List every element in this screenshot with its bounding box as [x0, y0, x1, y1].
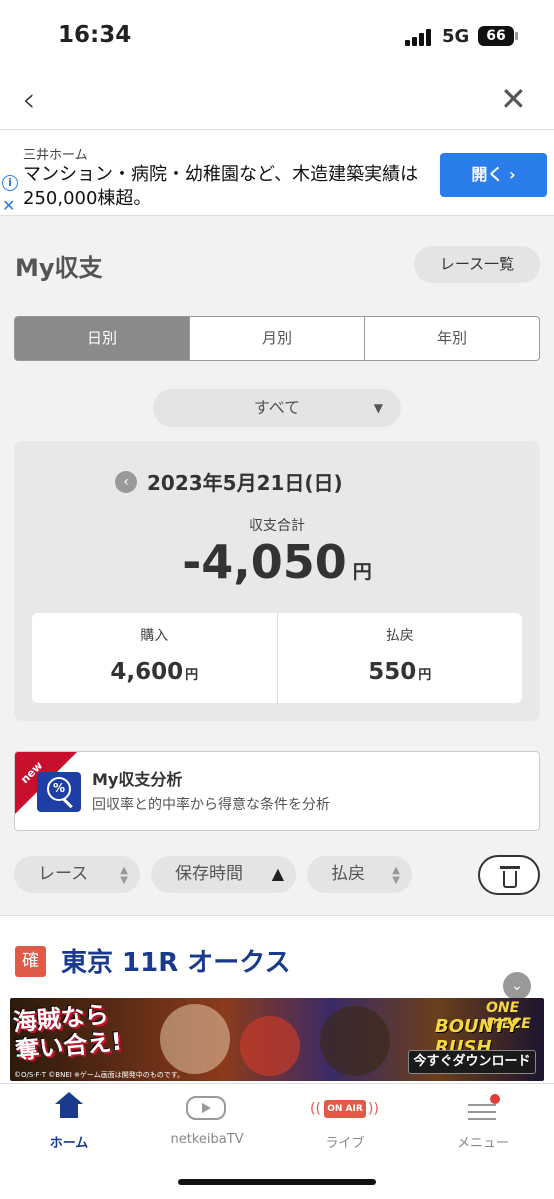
race-title[interactable]: 東京 11R オークス [61, 942, 291, 979]
sort-payout-button[interactable]: 払戻 ▲ ▼ [307, 856, 412, 893]
home-icon [55, 1092, 83, 1120]
filter-select[interactable]: すべて ▼ [153, 389, 401, 427]
play-icon [186, 1096, 226, 1120]
tab-monthly[interactable]: 月別 [189, 317, 364, 360]
analysis-card[interactable]: new My収支分析 回収率と的中率から得意な条件を分析 [14, 751, 540, 831]
breakdown: 購入 4,600 円 払戻 550 円 [32, 613, 522, 703]
ad-banner[interactable]: 海賊なら 奪い合え! ONE PIECE BOUNTY RUSH 今すぐダウンロ… [10, 998, 544, 1081]
sort-time-button[interactable]: 保存時間 ▲ [151, 856, 296, 893]
chevron-down-icon[interactable]: ⌄ [503, 972, 531, 1000]
date-label: 2023年5月21日(日) [147, 471, 343, 495]
analysis-percent-icon [37, 772, 81, 812]
trash-icon[interactable] [478, 855, 540, 895]
menu-icon [468, 1094, 500, 1120]
page-title: My収支 [15, 254, 103, 282]
tab-home[interactable]: ホーム [0, 1084, 138, 1164]
sort-race-button[interactable]: レース ▲ ▼ [14, 856, 140, 893]
tab-daily[interactable]: 日別 [15, 317, 189, 360]
analysis-description: 回収率と的中率から得意な条件を分析 [92, 797, 330, 813]
network-label: 5G [442, 26, 470, 47]
analysis-title: My収支分析 [92, 770, 183, 789]
total-label: 収支合計 [249, 518, 305, 534]
purchase-value: 4,600 円 [110, 659, 199, 685]
filter-value: すべて [253, 398, 301, 417]
sort-asc-icon: ▲ [271, 864, 284, 883]
purchase-column: 購入 4,600 円 [32, 613, 277, 703]
race-list-button[interactable]: レース一覧 [414, 246, 540, 283]
nav-bar: ‹ ✕ [0, 72, 554, 129]
payout-column: 払戻 550 円 [276, 613, 523, 703]
purchase-label: 購入 [140, 628, 169, 644]
close-icon[interactable]: ✕ [500, 80, 527, 118]
status-time: 16:34 [58, 22, 132, 48]
ad-open-button[interactable]: 開く › [440, 153, 547, 197]
tab-menu[interactable]: メニュー [414, 1084, 552, 1164]
battery-icon: 66 [478, 26, 518, 46]
total-value: -4,050 円 [182, 535, 372, 589]
ad-top[interactable]: i ✕ 三井ホーム マンション・病院・幼稚園など、木造建築実績は250,000棟… [0, 129, 554, 216]
prev-date-icon[interactable]: ‹ [115, 471, 137, 493]
sort-updown-icon: ▲ ▼ [392, 865, 400, 886]
home-indicator [178, 1179, 376, 1185]
ad-banner-copyright: ©O/S·F·T ©BNEI ※ゲーム画面は開発中のものです。 [14, 1071, 184, 1079]
signal-icon [405, 28, 433, 46]
summary-card: ‹ 2023年5月21日(日) 収支合計 -4,050 円 購入 4,600 円 払… [14, 441, 540, 721]
period-tabs: 日別 月別 年別 [14, 316, 540, 361]
ad-banner-headline: 海賊なら 奪い合え! [11, 1000, 124, 1065]
back-icon[interactable]: ‹ [22, 80, 36, 120]
ad-close-icon[interactable]: ✕ [2, 196, 15, 215]
payout-value: 550 円 [368, 659, 432, 685]
caret-down-icon: ▼ [373, 401, 383, 415]
ad-sponsor: 三井ホーム [23, 148, 88, 163]
sort-updown-icon: ▲ ▼ [120, 865, 128, 886]
ad-banner-cta[interactable]: 今すぐダウンロード [408, 1050, 536, 1074]
notification-dot [490, 1094, 500, 1104]
confirmed-badge: 確 [15, 946, 46, 977]
tab-live[interactable]: (( ON AIR )) ライブ [276, 1084, 414, 1164]
status-bar: 16:34 5G 66 [0, 0, 554, 72]
tab-yearly[interactable]: 年別 [364, 317, 539, 360]
payout-label: 払戻 [385, 628, 414, 644]
tab-netkeibatv[interactable]: netkeibaTV [138, 1084, 276, 1164]
on-air-icon: (( ON AIR )) [310, 1100, 379, 1118]
ad-text: マンション・病院・幼稚園など、木造建築実績は250,000棟超。 [23, 164, 419, 209]
ad-info-icon[interactable]: i [2, 175, 18, 191]
